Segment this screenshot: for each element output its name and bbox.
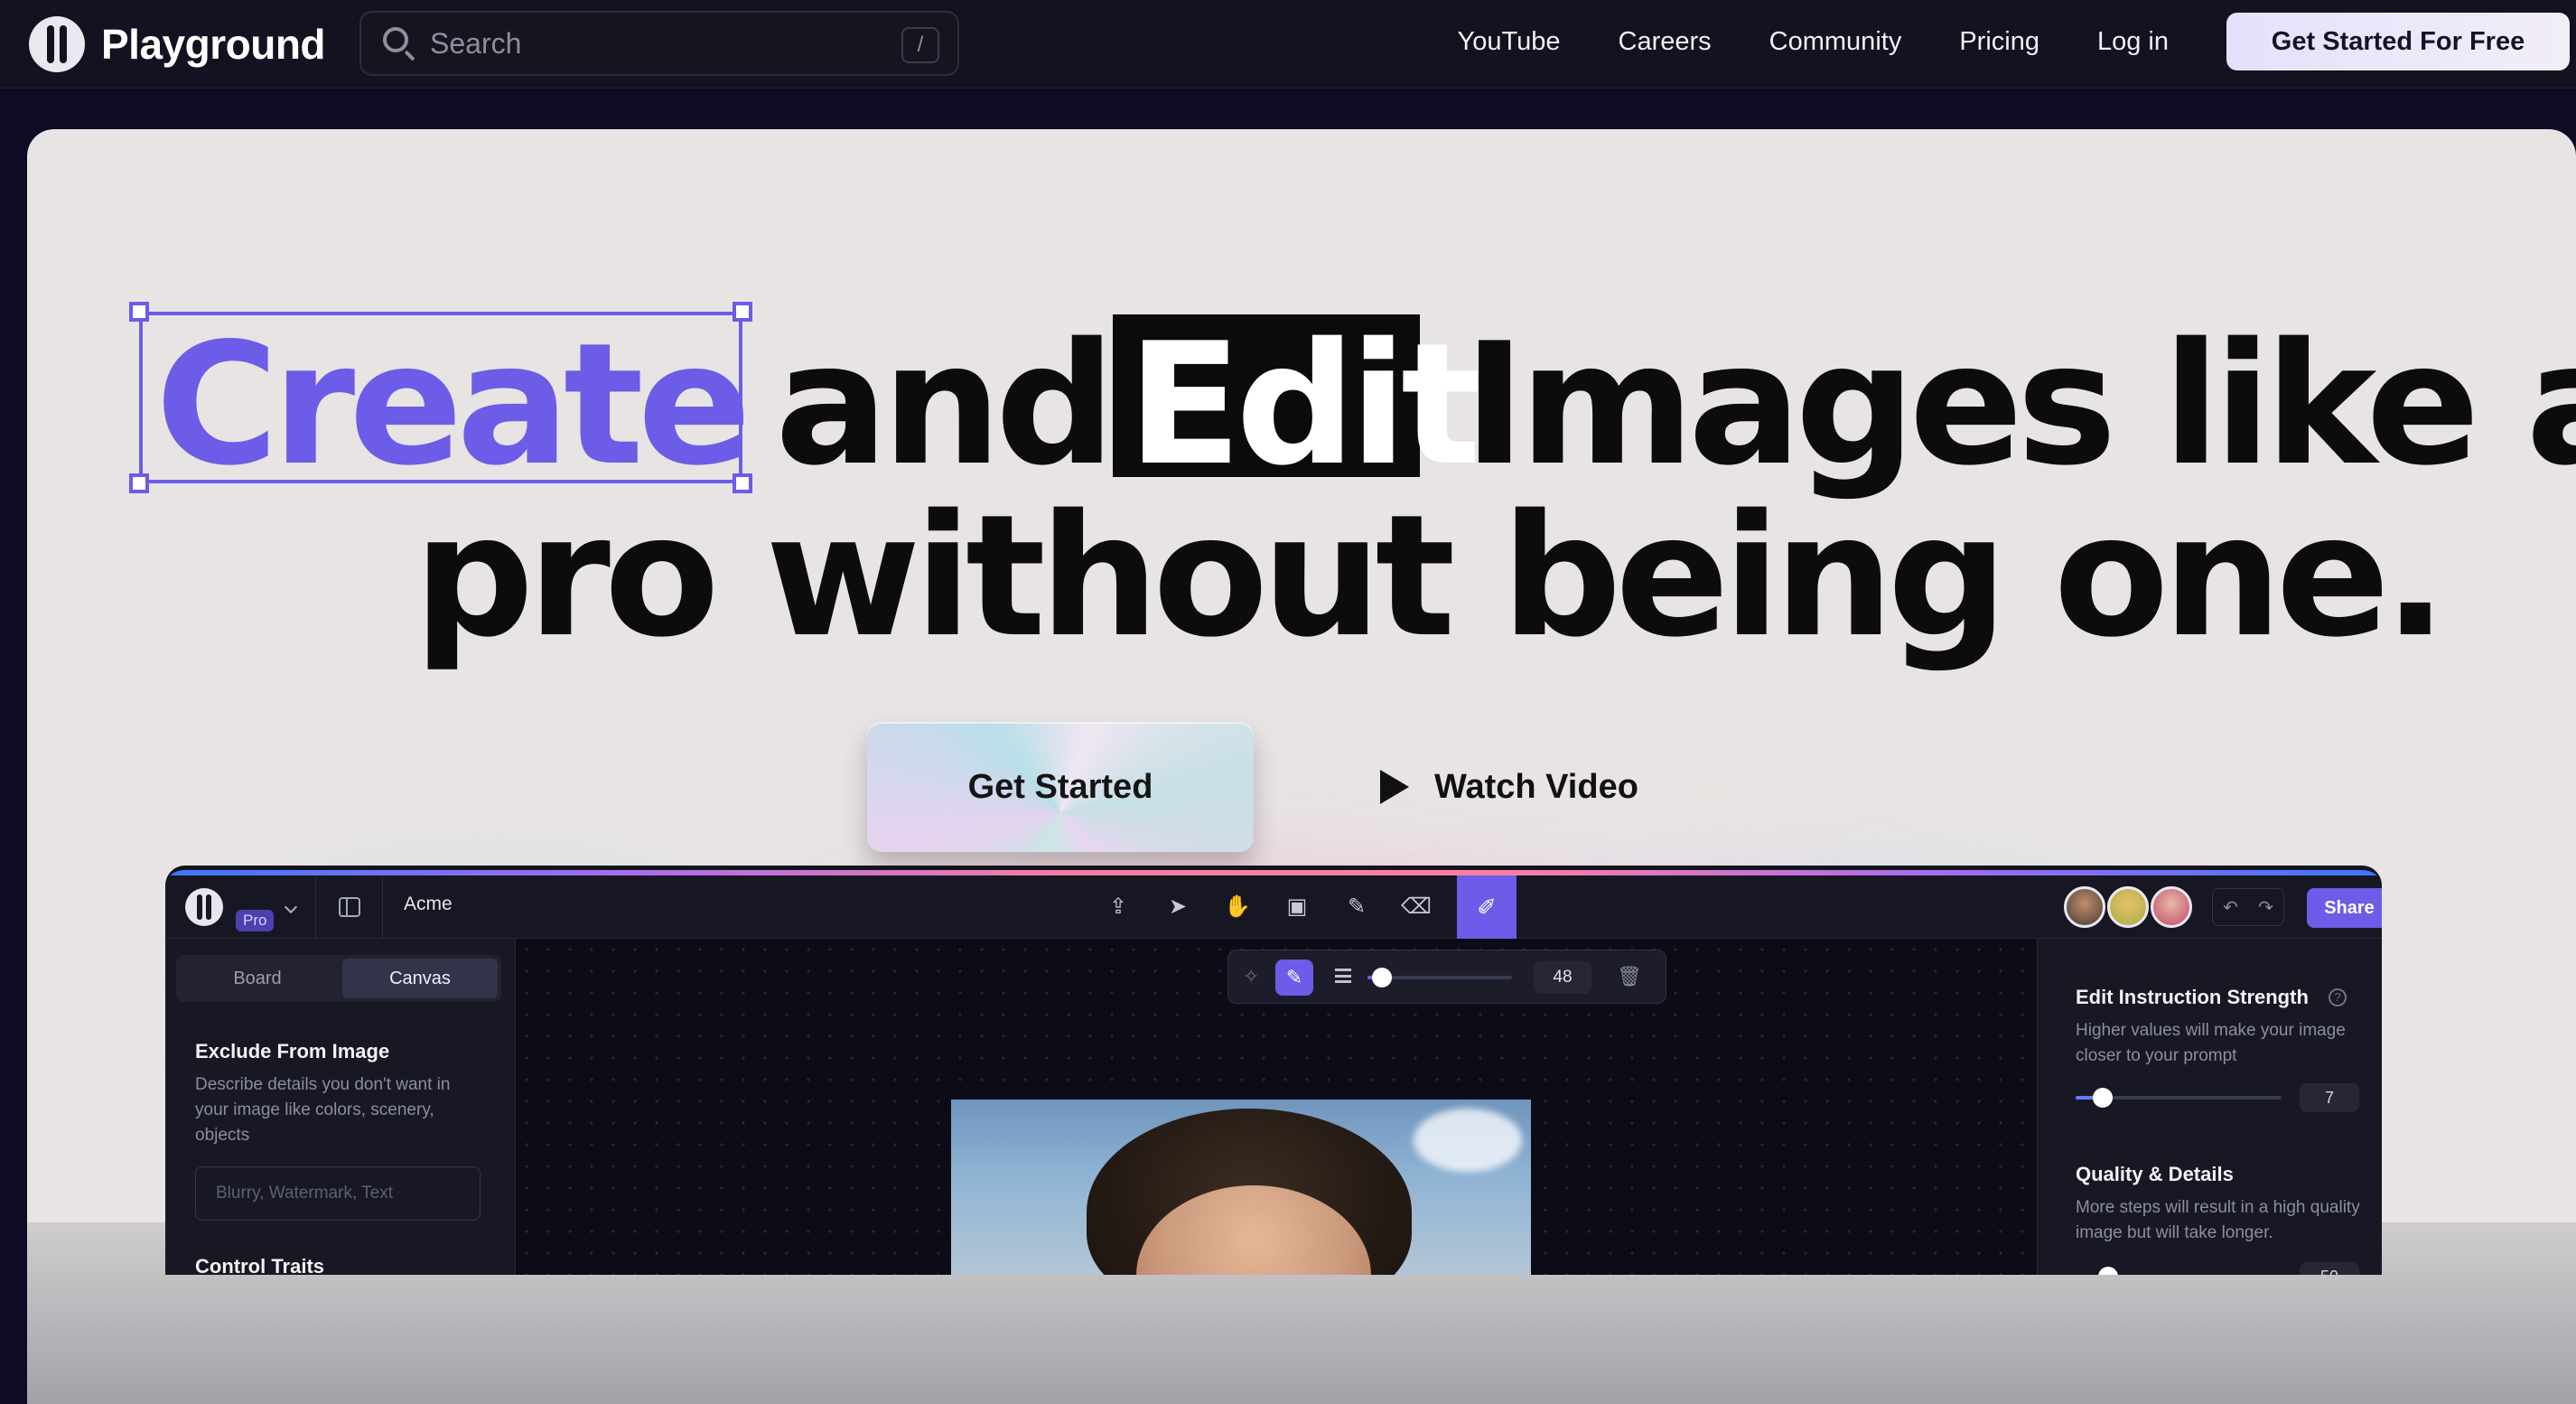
- brand-logo[interactable]: Playground: [29, 16, 326, 72]
- nav-link-login[interactable]: Log in: [2097, 27, 2169, 57]
- canvas-image[interactable]: [951, 1100, 1531, 1275]
- magic-wand-icon[interactable]: ✧: [1243, 965, 1259, 988]
- toolbar-divider: [315, 875, 316, 939]
- collaborator-avatar[interactable]: [2107, 886, 2149, 928]
- control-traits-title: Control Traits: [195, 1255, 325, 1275]
- headline-word-and: and: [775, 306, 1115, 502]
- nav-link-community[interactable]: Community: [1769, 27, 1902, 57]
- playground-logo-icon: [29, 16, 85, 72]
- search-shortcut-key: /: [901, 27, 939, 63]
- headline-word-edit: Edit: [1127, 306, 1481, 502]
- edit-strength-knob[interactable]: [2092, 1088, 2113, 1108]
- edit-strength-slider[interactable]: [2076, 1088, 2282, 1108]
- share-button[interactable]: Share: [2307, 888, 2382, 928]
- brush-toolbar: ✧ ✎ 48 🗑: [1227, 950, 1666, 1004]
- toolbar-divider: [382, 875, 383, 939]
- photo-cloud: [1414, 1109, 1522, 1172]
- app-logo-icon[interactable]: [185, 888, 223, 926]
- quality-title: Quality & Details: [2076, 1163, 2234, 1185]
- edit-strength-title: Edit Instruction Strength: [2076, 986, 2309, 1008]
- nav-link-careers[interactable]: Careers: [1619, 27, 1712, 57]
- get-started-free-button[interactable]: Get Started For Free: [2226, 13, 2570, 70]
- upload-icon[interactable]: ⇪: [1103, 892, 1134, 922]
- top-navigation: Playground Search / YouTube Careers Comm…: [0, 0, 2576, 89]
- watch-video-button[interactable]: Watch Video: [1380, 753, 1638, 821]
- help-icon[interactable]: ?: [2329, 988, 2347, 1006]
- quality-description: More steps will result in a high quality…: [2076, 1198, 2360, 1242]
- chevron-down-icon[interactable]: [284, 900, 298, 914]
- edit-brush-tool-icon[interactable]: ✐: [1457, 875, 1517, 939]
- brush-size-knob[interactable]: [1372, 968, 1392, 987]
- selection-handle-tl: [129, 302, 149, 322]
- nav-link-youtube[interactable]: YouTube: [1458, 27, 1561, 57]
- app-preview: Pro Acme ⇪ ➤ ✋ ▣ ✎ ⌫ ✐ ↶ ↷ Share Board C…: [165, 866, 2382, 1275]
- undo-redo-group: ↶ ↷: [2212, 888, 2284, 926]
- redo-icon[interactable]: ↷: [2258, 896, 2273, 919]
- quality-value[interactable]: 50: [2300, 1262, 2359, 1275]
- edit-strength-description: Higher values will make your image close…: [2076, 1021, 2346, 1065]
- watch-video-label: Watch Video: [1434, 767, 1638, 806]
- trash-icon[interactable]: 🗑: [1617, 965, 1642, 988]
- view-tabs: Board Canvas: [176, 955, 501, 1002]
- exclude-title: Exclude From Image: [195, 1040, 390, 1062]
- pen-tool-icon[interactable]: ✎: [1341, 892, 1372, 922]
- sidebar-toggle-icon[interactable]: [339, 897, 360, 917]
- pro-badge: Pro: [236, 910, 275, 931]
- brush-size-value[interactable]: 48: [1534, 961, 1591, 994]
- get-started-button[interactable]: Get Started: [867, 722, 1254, 852]
- canvas-area[interactable]: ✧ ✎ 48 🗑: [516, 939, 2037, 1275]
- project-name[interactable]: Acme: [404, 894, 453, 915]
- eraser-tool-icon[interactable]: ⌫: [1401, 892, 1432, 922]
- nav-links: YouTube Careers Community Pricing Log in…: [1458, 0, 2576, 83]
- exclude-input[interactable]: Blurry, Watermark, Text: [195, 1166, 481, 1221]
- brush-pen-icon[interactable]: ✎: [1275, 959, 1313, 996]
- undo-icon[interactable]: ↶: [2223, 896, 2238, 919]
- collaborator-avatar[interactable]: [2151, 886, 2192, 928]
- add-image-icon[interactable]: ▣: [1282, 892, 1312, 922]
- play-icon: [1380, 770, 1409, 804]
- tab-canvas[interactable]: Canvas: [342, 959, 498, 998]
- search-placeholder: Search: [430, 26, 522, 60]
- select-cursor-icon[interactable]: ➤: [1162, 892, 1193, 922]
- app-toolbar: Pro Acme ⇪ ➤ ✋ ▣ ✎ ⌫ ✐ ↶ ↷ Share: [165, 875, 2382, 939]
- tab-board[interactable]: Board: [180, 959, 335, 998]
- brand-name: Playground: [101, 21, 326, 68]
- nav-link-pricing[interactable]: Pricing: [1959, 27, 2039, 57]
- quality-knob[interactable]: [2098, 1267, 2119, 1275]
- brush-size-icon: [1335, 969, 1351, 983]
- headline-line2: pro without being one.: [414, 478, 2448, 674]
- selection-handle-bl: [129, 473, 149, 493]
- edit-strength-value[interactable]: 7: [2300, 1083, 2359, 1112]
- exclude-description: Describe details you don't want in your …: [195, 1075, 451, 1145]
- collaborator-avatar[interactable]: [2064, 886, 2105, 928]
- headline-line1-rest: Images like a: [1463, 306, 2576, 502]
- right-panel: Edit Instruction Strength ? Higher value…: [2037, 939, 2382, 1275]
- hand-pan-icon[interactable]: ✋: [1222, 892, 1253, 922]
- search-icon: [381, 25, 417, 61]
- headline-word-create: Create: [155, 306, 751, 502]
- search-input[interactable]: Search /: [359, 11, 959, 76]
- left-panel: Board Canvas Exclude From Image Describe…: [165, 939, 516, 1275]
